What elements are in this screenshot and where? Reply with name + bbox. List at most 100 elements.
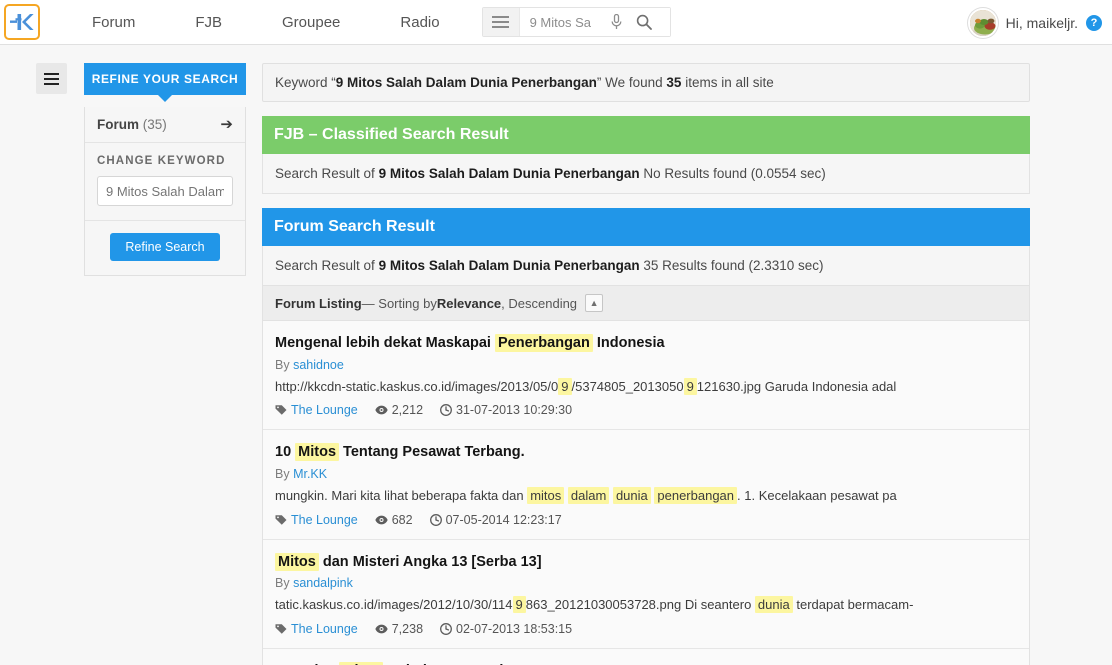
nav-item-radio[interactable]: Radio	[370, 0, 469, 45]
chevron-up-icon[interactable]: ▲	[585, 294, 604, 312]
left-rail	[0, 63, 84, 94]
greeting-text: Hi, maikeljr.	[1005, 14, 1078, 31]
highlight-term: dunia	[754, 596, 793, 614]
result-snippet: tatic.kaskus.co.id/images/2012/10/30/114…	[275, 596, 914, 614]
search-field-wrap	[518, 8, 670, 36]
tag-icon	[275, 515, 287, 525]
sidebar-facet-forum[interactable]: Forum (35) ➔	[85, 107, 245, 143]
result-item[interactable]: S-74 dan Mitos Kehebatan Israel	[263, 649, 1029, 665]
refine-sidebar: REFINE YOUR SEARCH Forum (35) ➔ CHANGE K…	[84, 63, 246, 276]
result-item[interactable]: Mitos dan Misteri Angka 13 [Serba 13] By …	[263, 540, 1029, 650]
result-title[interactable]: Mengenal lebih dekat Maskapai Penerbanga…	[275, 334, 1017, 354]
result-item[interactable]: Mengenal lebih dekat Maskapai Penerbanga…	[263, 321, 1029, 431]
change-keyword-label: CHANGE KEYWORD	[97, 155, 226, 167]
result-snippet: mungkin. Mari kita lihat beberapa fakta …	[275, 486, 897, 504]
forum-section-heading: Forum Search Result	[262, 208, 1030, 246]
result-view-count: 2,212	[391, 403, 424, 418]
keyword-suffix: items in all site	[681, 75, 774, 90]
result-byline: By sandalpink	[275, 576, 353, 591]
keyword-middle: ” We found	[596, 75, 667, 90]
avatar[interactable]	[967, 7, 998, 38]
change-keyword-block: CHANGE KEYWORD	[85, 143, 245, 221]
mic-glyph	[611, 14, 622, 29]
forum-body-suffix: 35 Results found (2.3310 sec)	[639, 258, 824, 273]
fjb-body-suffix: No Results found (0.0554 sec)	[639, 166, 826, 181]
highlight-term: mitos	[527, 486, 565, 504]
tag-icon	[275, 405, 287, 416]
result-forum-link[interactable]: The Lounge	[291, 622, 358, 636]
eye-icon	[375, 624, 388, 634]
refine-button-wrap: Refine Search	[85, 221, 245, 275]
result-date-text: 07-05-2014 12:23:17	[445, 512, 562, 527]
search-submit-button[interactable]	[629, 8, 664, 36]
result-views: 7,238	[375, 622, 423, 636]
result-byline: By Mr.KK	[275, 466, 328, 481]
result-forum-link[interactable]: The Lounge	[291, 403, 358, 417]
keyword-prefix: Keyword “	[275, 75, 336, 90]
main-nav-links: Forum FJB Groupee Radio	[62, 0, 470, 45]
sort-field: Relevance	[436, 295, 502, 311]
result-views: 2,212	[375, 403, 423, 417]
result-title[interactable]: 10 Mitos Tentang Pesawat Terbang.	[275, 443, 1017, 463]
forum-listing-sort-bar: Forum Listing — Sorting by Relevance, De…	[262, 286, 1030, 321]
result-forum-link[interactable]: The Lounge	[291, 513, 358, 527]
result-author-link[interactable]: Mr.KK	[293, 467, 327, 481]
keyword-result-count: 35	[666, 75, 682, 90]
fjb-section: FJB – Classified Search Result Search Re…	[262, 116, 1030, 194]
result-byline: By sahidnoe	[275, 357, 344, 372]
clock-icon	[429, 513, 442, 526]
result-date: 02-07-2013 18:53:15	[440, 622, 572, 636]
result-item[interactable]: 10 Mitos Tentang Pesawat Terbang. By Mr.K…	[263, 430, 1029, 540]
highlight-term: Mitos	[295, 443, 340, 462]
eye-icon	[375, 515, 388, 525]
microphone-icon[interactable]	[603, 8, 630, 36]
facet-count: (35)	[142, 117, 167, 132]
change-keyword-input[interactable]	[97, 176, 233, 206]
nav-item-fjb[interactable]: FJB	[165, 0, 252, 45]
fjb-body-keyword: 9 Mitos Salah Dalam Dunia Penerbangan	[378, 166, 640, 181]
refine-panel: Forum (35) ➔ CHANGE KEYWORD Refine Searc…	[84, 107, 246, 276]
result-meta: The Lounge 2,212 31-07-2013 10:29:30	[275, 403, 1017, 417]
result-snippet: http://kkcdn-static.kaskus.co.id/images/…	[275, 377, 897, 395]
result-author-link[interactable]: sahidnoe	[293, 358, 344, 372]
sidebar-toggle-hamburger-icon[interactable]	[36, 63, 67, 94]
highlight-term: Penerbangan	[495, 334, 593, 352]
search-icon	[636, 14, 652, 30]
result-forum[interactable]: The Lounge	[275, 513, 358, 527]
fjb-section-body: Search Result of 9 Mitos Salah Dalam Dun…	[262, 154, 1030, 194]
result-author-link[interactable]: sandalpink	[293, 576, 353, 590]
result-forum[interactable]: The Lounge	[275, 403, 358, 417]
eye-icon	[375, 406, 388, 415]
highlight-term: dunia	[612, 486, 651, 504]
clock-icon	[440, 623, 452, 636]
search-category-menu-icon[interactable]	[482, 8, 519, 36]
result-date: 31-07-2013 10:29:30	[440, 403, 572, 417]
result-date-text: 02-07-2013 18:53:15	[456, 622, 573, 637]
refine-your-search-tab[interactable]: REFINE YOUR SEARCH	[84, 63, 246, 102]
refine-search-button[interactable]: Refine Search	[110, 233, 220, 261]
top-navigation-bar: Forum FJB Groupee Radio 9 Mitos Sa Hi, m…	[0, 0, 1112, 45]
fjb-section-heading: FJB – Classified Search Result	[262, 116, 1030, 154]
nav-item-forum[interactable]: Forum	[62, 0, 165, 45]
result-meta: The Lounge 682 07-05-2014 12:23:17	[275, 513, 1017, 527]
result-meta: The Lounge 7,238 02-07-2013 18:53:15	[275, 622, 1017, 636]
logo-k-icon	[10, 14, 34, 30]
result-view-count: 7,238	[391, 622, 424, 637]
forum-body-keyword: 9 Mitos Salah Dalam Dunia Penerbangan	[378, 258, 640, 273]
user-area: Hi, maikeljr. ?	[967, 0, 1102, 45]
result-forum[interactable]: The Lounge	[275, 622, 358, 636]
page-body: REFINE YOUR SEARCH Forum (35) ➔ CHANGE K…	[0, 45, 1112, 665]
highlight-term: 9	[512, 596, 526, 614]
fjb-body-prefix: Search Result of	[275, 166, 379, 181]
sort-direction: , Descending	[501, 295, 578, 311]
highlight-term: penerbangan	[654, 486, 738, 504]
result-title[interactable]: Mitos dan Misteri Angka 13 [Serba 13]	[275, 552, 1017, 573]
highlight-term: dalam	[567, 486, 610, 504]
search-input[interactable]	[529, 14, 604, 30]
kaskus-logo[interactable]	[4, 4, 40, 40]
keyword-value: 9 Mitos Salah Dalam Dunia Penerbangan	[335, 75, 597, 90]
nav-item-groupee[interactable]: Groupee	[252, 0, 370, 45]
clock-icon	[440, 404, 452, 417]
help-icon[interactable]: ?	[1086, 14, 1102, 31]
forum-section-body: Search Result of 9 Mitos Salah Dalam Dun…	[262, 246, 1030, 286]
